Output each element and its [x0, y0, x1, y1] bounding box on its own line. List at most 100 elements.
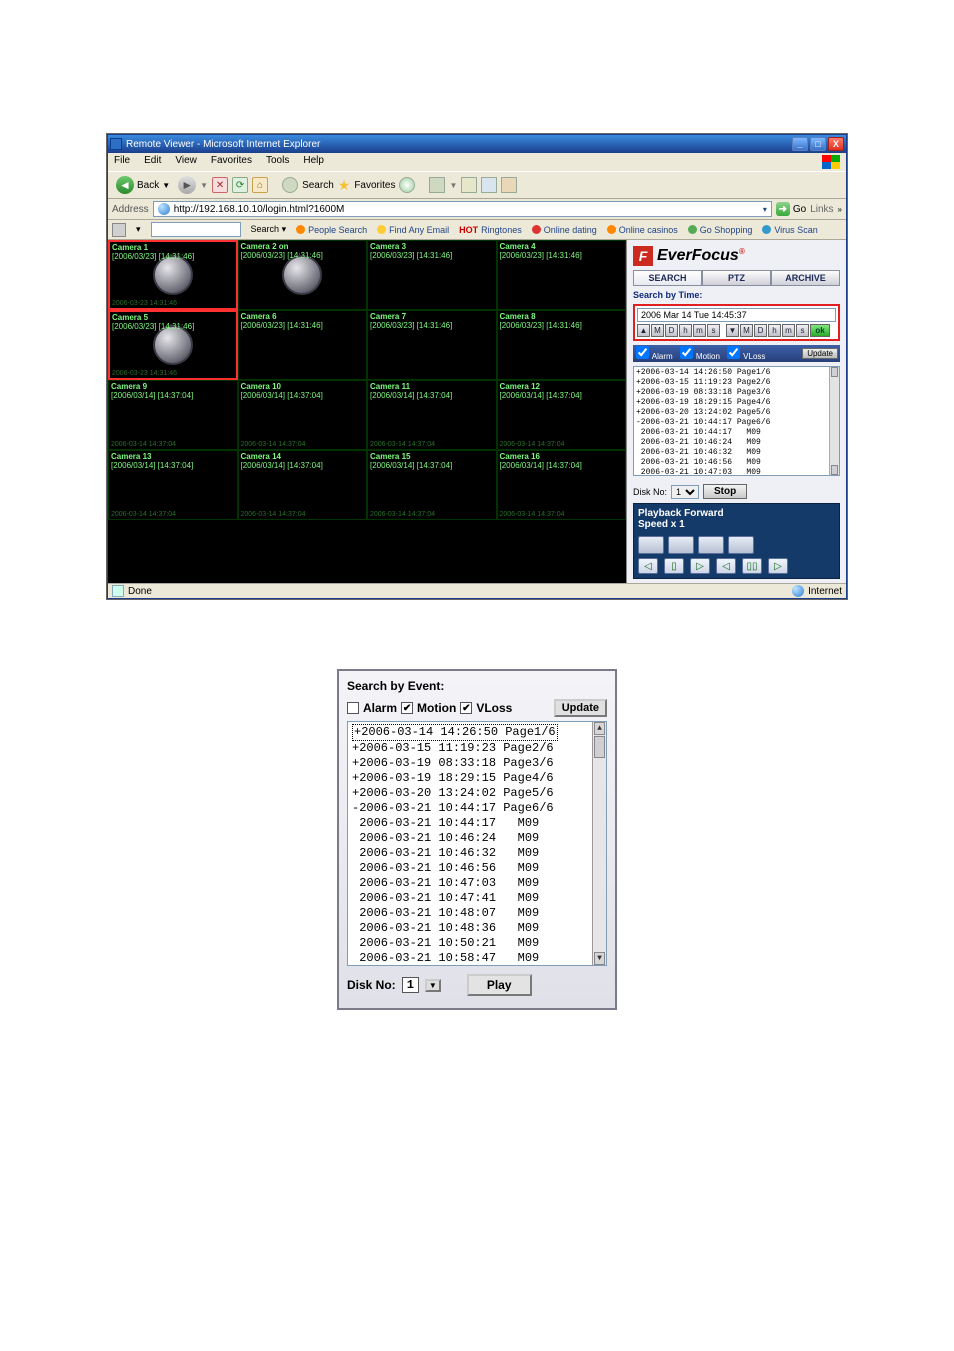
dropdown-icon[interactable]: ▾	[136, 224, 141, 235]
alarm-checkbox[interactable]	[347, 702, 359, 714]
list-item[interactable]: 2006-03-21 10:47:41 M09	[352, 891, 590, 906]
discuss-icon[interactable]	[501, 177, 517, 193]
stop-button[interactable]: Stop	[703, 484, 747, 499]
refresh-button[interactable]: ⟳	[232, 177, 248, 193]
address-input[interactable]: http://192.168.10.10/login.html?1600M ▾	[153, 201, 772, 217]
pb-btn-4[interactable]	[728, 536, 754, 554]
alarm-checkbox[interactable]: Alarm	[635, 346, 673, 361]
menu-favorites[interactable]: Favorites	[211, 155, 252, 169]
list-item[interactable]: 2006-03-21 10:46:56 M09	[352, 861, 590, 876]
list-item[interactable]: 2006-03-21 10:58:47 M09	[352, 951, 590, 966]
list-item[interactable]: +2006-03-14 14:26:50 Page1/6	[352, 724, 590, 741]
dating-link[interactable]: Online dating	[532, 225, 597, 235]
menu-tools[interactable]: Tools	[266, 155, 289, 169]
list-item[interactable]: 2006-03-21 10:48:07 M09	[352, 906, 590, 921]
menu-view[interactable]: View	[175, 155, 197, 169]
event-list-small[interactable]: +2006-03-14 14:26:50 Page1/6 +2006-03-15…	[633, 366, 840, 476]
list-item[interactable]: 2006-03-21 10:48:36 M09	[352, 921, 590, 936]
play-button[interactable]: ▷	[690, 558, 710, 574]
scrollbar[interactable]: ▲ ▼	[592, 722, 606, 965]
dropdown-icon[interactable]: ▼	[162, 181, 170, 190]
tab-ptz[interactable]: PTZ	[702, 270, 771, 286]
camera-cell[interactable]: Camera 14[2006/03/14] [14:37:04]2006-03-…	[238, 450, 368, 520]
pb-btn-3[interactable]	[698, 536, 724, 554]
month-dn[interactable]: M	[740, 324, 753, 337]
scroll-down-icon[interactable]: ▼	[594, 952, 605, 965]
month-up[interactable]: M	[651, 324, 664, 337]
scroll-up-icon[interactable]: ▲	[594, 722, 605, 735]
update-button[interactable]: Update	[802, 348, 838, 359]
email-link[interactable]: Find Any Email	[377, 225, 449, 235]
menu-file[interactable]: File	[114, 155, 130, 169]
mail-icon[interactable]	[429, 177, 445, 193]
list-item[interactable]: +2006-03-15 11:19:23 Page2/6	[352, 741, 590, 756]
hour-up[interactable]: h	[679, 324, 692, 337]
camera-cell[interactable]: Camera 8[2006/03/23] [14:31:46]	[497, 310, 627, 380]
search-label[interactable]: Search	[302, 180, 334, 191]
shopping-link[interactable]: Go Shopping	[688, 225, 753, 235]
min-up[interactable]: m	[693, 324, 706, 337]
camera-cell[interactable]: Camera 7[2006/03/23] [14:31:46]	[367, 310, 497, 380]
dropdown-icon[interactable]: ▼	[449, 181, 457, 190]
day-dn[interactable]: D	[754, 324, 767, 337]
motion-checkbox[interactable]: ✔	[401, 702, 413, 714]
yahoo-search-button[interactable]: Search ▾	[251, 224, 287, 235]
list-item[interactable]: 2006-03-21 10:46:24 M09	[352, 831, 590, 846]
update-button[interactable]: Update	[554, 699, 607, 717]
hour-dn[interactable]: h	[768, 324, 781, 337]
dropdown-icon[interactable]: ▼	[200, 181, 208, 190]
time-ok-button[interactable]: ok	[810, 324, 830, 337]
home-button[interactable]: ⌂	[252, 177, 268, 193]
camera-cell[interactable]: Camera 3[2006/03/23] [14:31:46]	[367, 240, 497, 310]
menubar[interactable]: File Edit View Favorites Tools Help	[108, 153, 846, 171]
pause-button[interactable]: ▯▯	[742, 558, 762, 574]
camera-cell[interactable]: Camera 15[2006/03/14] [14:37:04]2006-03-…	[367, 450, 497, 520]
disk-select[interactable]: 1	[671, 485, 699, 499]
min-dn[interactable]: m	[782, 324, 795, 337]
day-up[interactable]: D	[665, 324, 678, 337]
favorites-label[interactable]: Favorites	[354, 180, 395, 191]
yahoo-search-input[interactable]	[151, 222, 241, 237]
close-button[interactable]: X	[828, 137, 844, 151]
sec-up[interactable]: s	[707, 324, 720, 337]
vloss-checkbox[interactable]: ✔	[460, 702, 472, 714]
minimize-button[interactable]: _	[792, 137, 808, 151]
camera-cell[interactable]: Camera 10[2006/03/14] [14:37:04]2006-03-…	[238, 380, 368, 450]
people-search-link[interactable]: People Search	[296, 225, 367, 235]
menu-edit[interactable]: Edit	[144, 155, 161, 169]
edit-icon[interactable]	[481, 177, 497, 193]
camera-cell[interactable]: Camera 9[2006/03/14] [14:37:04]2006-03-1…	[108, 380, 238, 450]
camera-cell[interactable]: Camera 11[2006/03/14] [14:37:04]2006-03-…	[367, 380, 497, 450]
sec-dn[interactable]: s	[796, 324, 809, 337]
back-button[interactable]: ◄ Back ▼	[112, 174, 174, 196]
list-item[interactable]: +2006-03-19 08:33:18 Page3/6	[352, 756, 590, 771]
pb-btn-2[interactable]	[668, 536, 694, 554]
year-up[interactable]: ▲	[637, 324, 650, 337]
list-item[interactable]: 2006-03-21 10:47:03 M09	[352, 876, 590, 891]
menu-help[interactable]: Help	[303, 155, 324, 169]
stop-button[interactable]: ✕	[212, 177, 228, 193]
list-item[interactable]: +2006-03-19 18:29:15 Page4/6	[352, 771, 590, 786]
print-icon[interactable]	[461, 177, 477, 193]
tab-archive[interactable]: ARCHIVE	[771, 270, 840, 286]
step-back-button[interactable]: ▯	[664, 558, 684, 574]
dropdown-icon[interactable]: ▾	[763, 205, 767, 214]
tab-search[interactable]: SEARCH	[633, 270, 702, 286]
go-button[interactable]: ➜ Go	[776, 202, 806, 216]
camera-cell[interactable]: Camera 6[2006/03/23] [14:31:46]	[238, 310, 368, 380]
list-item[interactable]: +2006-03-20 13:24:02 Page5/6	[352, 786, 590, 801]
chevron-right-icon[interactable]: »	[838, 205, 842, 214]
rewind-button[interactable]: ◁	[638, 558, 658, 574]
links-label[interactable]: Links	[810, 204, 833, 215]
camera-cell[interactable]: Camera 5[2006/03/23] [14:31:46]2006-03-2…	[108, 310, 238, 380]
camera-cell[interactable]: Camera 16[2006/03/14] [14:37:04]2006-03-…	[497, 450, 627, 520]
camera-cell[interactable]: Camera 13[2006/03/14] [14:37:04]2006-03-…	[108, 450, 238, 520]
maximize-button[interactable]: □	[810, 137, 826, 151]
time-value[interactable]: 2006 Mar 14 Tue 14:45:37	[637, 308, 836, 322]
casinos-link[interactable]: Online casinos	[607, 225, 678, 235]
forward-button[interactable]: ►	[178, 176, 196, 194]
titlebar[interactable]: Remote Viewer - Microsoft Internet Explo…	[108, 135, 846, 153]
list-item[interactable]: 2006-03-21 10:44:17 M09	[352, 816, 590, 831]
camera-cell[interactable]: Camera 12[2006/03/14] [14:37:04]2006-03-…	[497, 380, 627, 450]
list-item[interactable]: 2006-03-21 10:46:32 M09	[352, 846, 590, 861]
